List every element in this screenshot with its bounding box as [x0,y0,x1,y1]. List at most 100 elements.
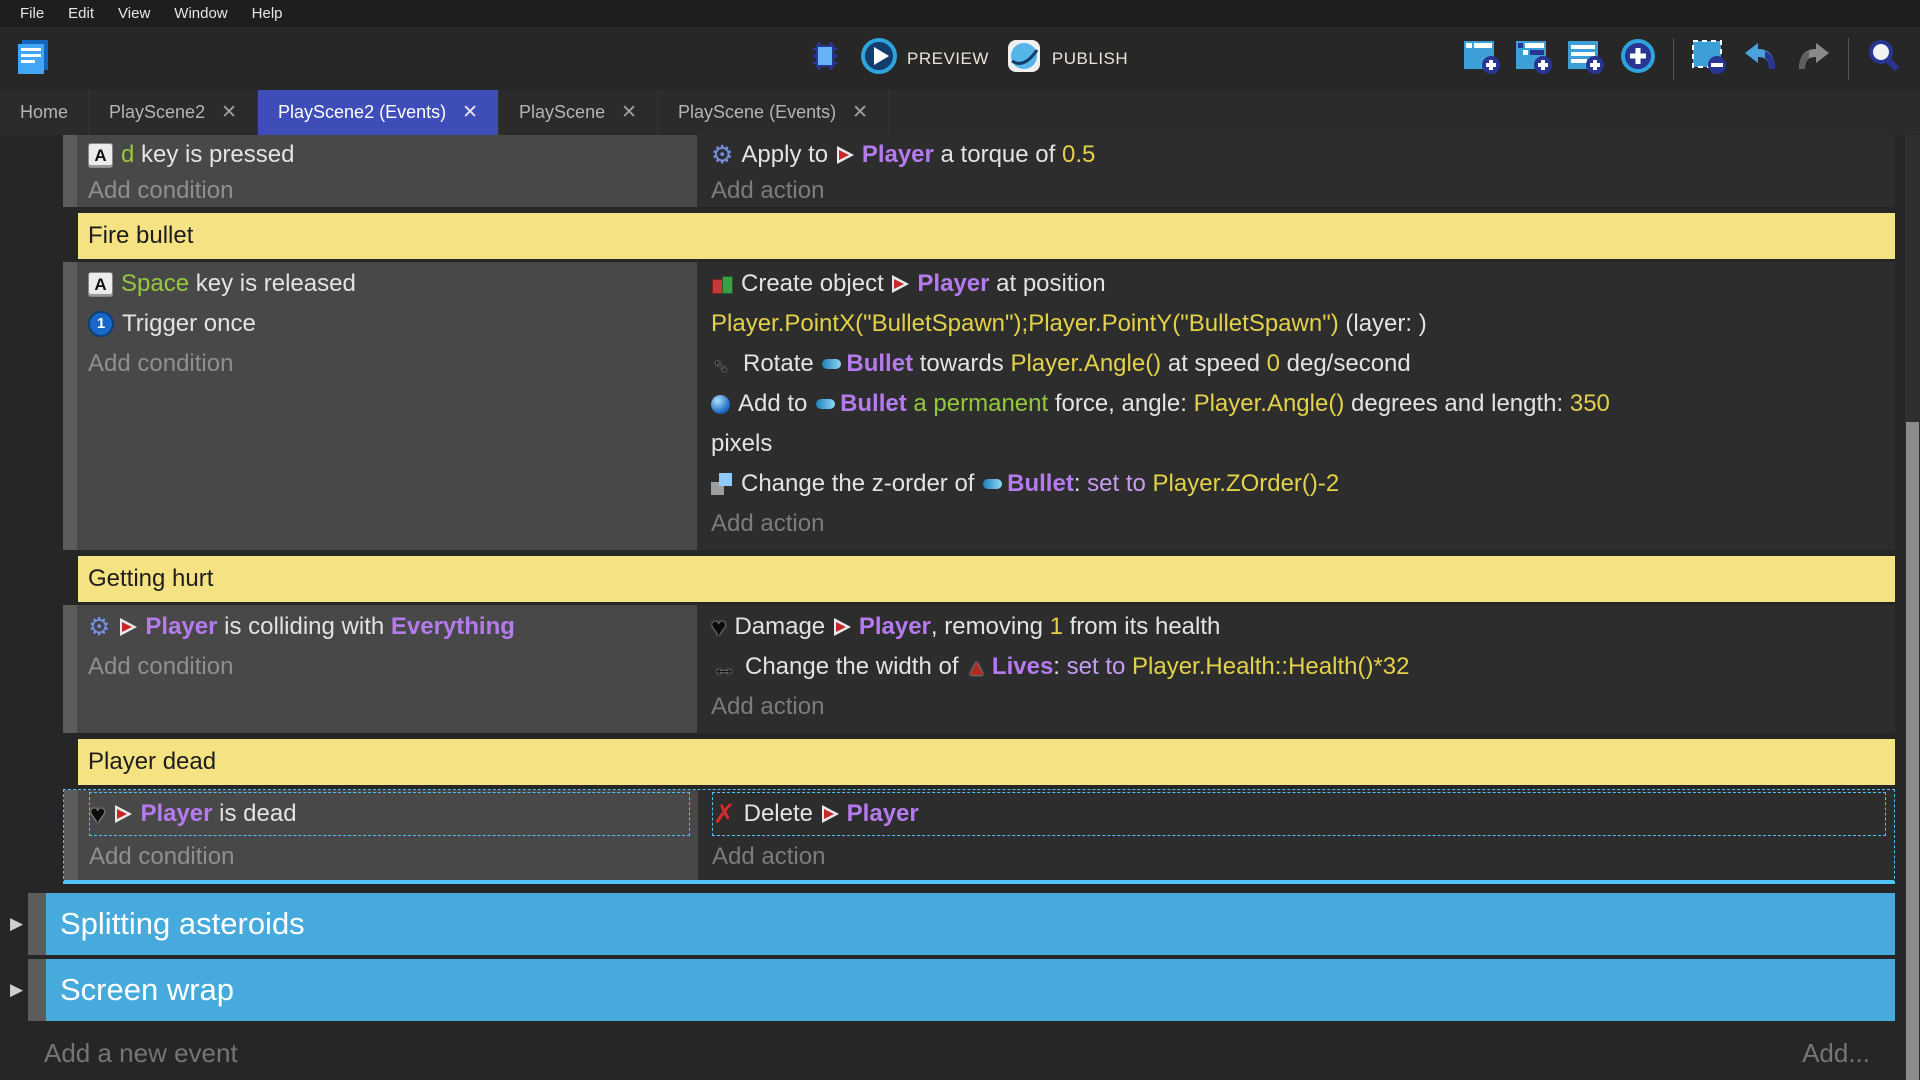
event-row[interactable]: ASpace key is released 1Trigger once Add… [63,262,1895,550]
conditions-cell[interactable]: Ad key is pressed Add condition [77,135,697,207]
event-row[interactable]: ⚙Player is colliding with Everything Add… [63,605,1895,733]
collapse-arrow-icon[interactable]: ▶ [10,980,23,1000]
conditions-cell[interactable]: ASpace key is released 1Trigger once Add… [77,262,697,550]
tab-playscene-events[interactable]: PlayScene (Events) ✕ [658,90,889,135]
selected-condition-box[interactable]: ♥Player is dead [89,792,690,836]
event-row-selected[interactable]: ♥Player is dead Add condition ✗Delete Pl… [63,789,1895,884]
menu-view[interactable]: View [106,5,162,22]
keyboard-icon: A [88,143,113,168]
menu-window[interactable]: Window [162,5,239,22]
add-condition-button[interactable]: Add condition [88,647,697,687]
object-name: Bullet [846,350,913,378]
collapse-arrow-icon[interactable]: ▶ [10,914,23,934]
search-icon[interactable] [1864,36,1904,81]
scrollbar-track[interactable] [1905,135,1920,1080]
undo-icon[interactable] [1741,36,1781,81]
redo-icon[interactable] [1793,36,1833,81]
player-ship-icon [120,618,139,636]
group-drag-handle[interactable] [28,893,46,955]
add-comment-icon[interactable] [1566,36,1606,81]
project-manager-icon[interactable] [10,34,56,85]
action-line-wrap[interactable]: Player.PointX("BulletSpawn");Player.Poin… [711,304,1895,344]
group-title: Splitting asteroids [60,906,305,942]
object-name: Player [145,613,217,641]
action-text: deg/second [1280,350,1411,378]
tab-close-icon[interactable]: ✕ [621,101,637,124]
action-line[interactable]: ↔Rotate Bullet towards Player.Angle() at… [711,344,1895,384]
tab-playscene[interactable]: PlayScene ✕ [499,90,658,135]
add-condition-button[interactable]: Add condition [88,344,697,384]
action-line[interactable]: Add to Bullet a permanent force, angle: … [711,384,1895,424]
action-line[interactable]: ⚙Apply to Player a torque of 0.5 [711,137,1895,173]
event-drag-handle[interactable] [63,135,77,207]
force-icon [711,395,730,414]
add-action-button[interactable]: Add action [711,687,1895,727]
add-action-button[interactable]: Add action [711,504,1895,544]
add-condition-button[interactable]: Add condition [88,173,697,209]
comment-bar[interactable]: Player dead [78,739,1895,785]
menu-help[interactable]: Help [240,5,295,22]
action-line[interactable]: Change the z-order of Bullet: set to Pla… [711,464,1895,504]
add-action-button[interactable]: Add action [711,173,1895,209]
keyboard-icon: A [88,272,113,297]
comment-bar[interactable]: Fire bullet [78,213,1895,259]
group-bar[interactable]: Splitting asteroids [46,893,1895,955]
action-line[interactable]: Create object Player at position [711,264,1895,304]
group-drag-handle[interactable] [28,959,46,1021]
group-bar[interactable]: Screen wrap [46,959,1895,1021]
condition-text: key is pressed [134,141,294,169]
condition-line[interactable]: ⚙Player is colliding with Everything [88,607,697,647]
tab-close-icon[interactable]: ✕ [462,101,478,124]
add-new-event-button[interactable]: Add a new event [44,1031,238,1075]
event-row[interactable]: Ad key is pressed Add condition ⚙Apply t… [63,135,1895,207]
add-subevent-icon[interactable] [1514,36,1554,81]
add-event-icon[interactable] [1462,36,1502,81]
scrollbar-thumb[interactable] [1906,422,1919,1080]
tab-label: Home [20,102,68,123]
add-condition-button[interactable]: Add condition [89,836,698,878]
action-line[interactable]: ✗Delete Player [713,793,1885,835]
actions-cell[interactable]: Create object Player at position Player.… [697,262,1895,550]
tab-home[interactable]: Home [0,90,89,135]
delete-icon: ✗ [713,799,736,830]
event-drag-handle[interactable] [63,262,77,550]
actions-cell[interactable]: ♥Damage Player, removing 1 from its heal… [697,605,1895,733]
event-drag-handle[interactable] [64,790,78,880]
tab-playscene2-events[interactable]: PlayScene2 (Events) ✕ [258,90,499,135]
condition-line[interactable]: Ad key is pressed [88,137,697,173]
bullet-icon [816,399,835,409]
tab-close-icon[interactable]: ✕ [221,101,237,124]
object-name: Player [847,800,919,828]
tab-close-icon[interactable]: ✕ [852,101,868,124]
action-line[interactable]: ♥Damage Player, removing 1 from its heal… [711,607,1895,647]
condition-text: Trigger once [122,310,256,338]
actions-cell[interactable]: ⚙Apply to Player a torque of 0.5 Add act… [697,135,1895,207]
tab-playscene2[interactable]: PlayScene2 ✕ [89,90,258,135]
object-name: Everything [391,613,515,641]
preview-button[interactable]: PREVIEW [860,37,989,80]
add-more-button[interactable]: Add... [1802,1031,1870,1075]
condition-line[interactable]: ♥Player is dead [90,793,689,835]
publish-button[interactable]: PUBLISH [1005,37,1128,80]
selected-action-box[interactable]: ✗Delete Player [712,792,1886,836]
add-circle-icon[interactable] [1618,36,1658,81]
menu-file[interactable]: File [8,5,56,22]
add-action-button[interactable]: Add action [712,836,1894,878]
menu-edit[interactable]: Edit [56,5,106,22]
action-line-wrap[interactable]: pixels [711,424,1895,464]
condition-line[interactable]: ASpace key is released [88,264,697,304]
player-ship-icon [834,618,853,636]
toolbar-right [1462,27,1904,90]
actions-cell[interactable]: ✗Delete Player Add action [698,790,1894,880]
debug-icon[interactable] [806,37,844,80]
condition-line[interactable]: 1Trigger once [88,304,697,344]
comment-bar[interactable]: Getting hurt [78,556,1895,602]
event-drag-handle[interactable] [63,605,77,733]
toolbar-separator [1673,38,1674,80]
conditions-cell[interactable]: ⚙Player is colliding with Everything Add… [77,605,697,733]
width-icon: ↔ [711,652,737,683]
action-line[interactable]: ↔Change the width of ▲Lives: set to Play… [711,647,1895,687]
remove-selection-icon[interactable] [1689,36,1729,81]
conditions-cell[interactable]: ♥Player is dead Add condition [78,790,698,880]
add-row: Add a new event Add... [0,1031,1895,1075]
